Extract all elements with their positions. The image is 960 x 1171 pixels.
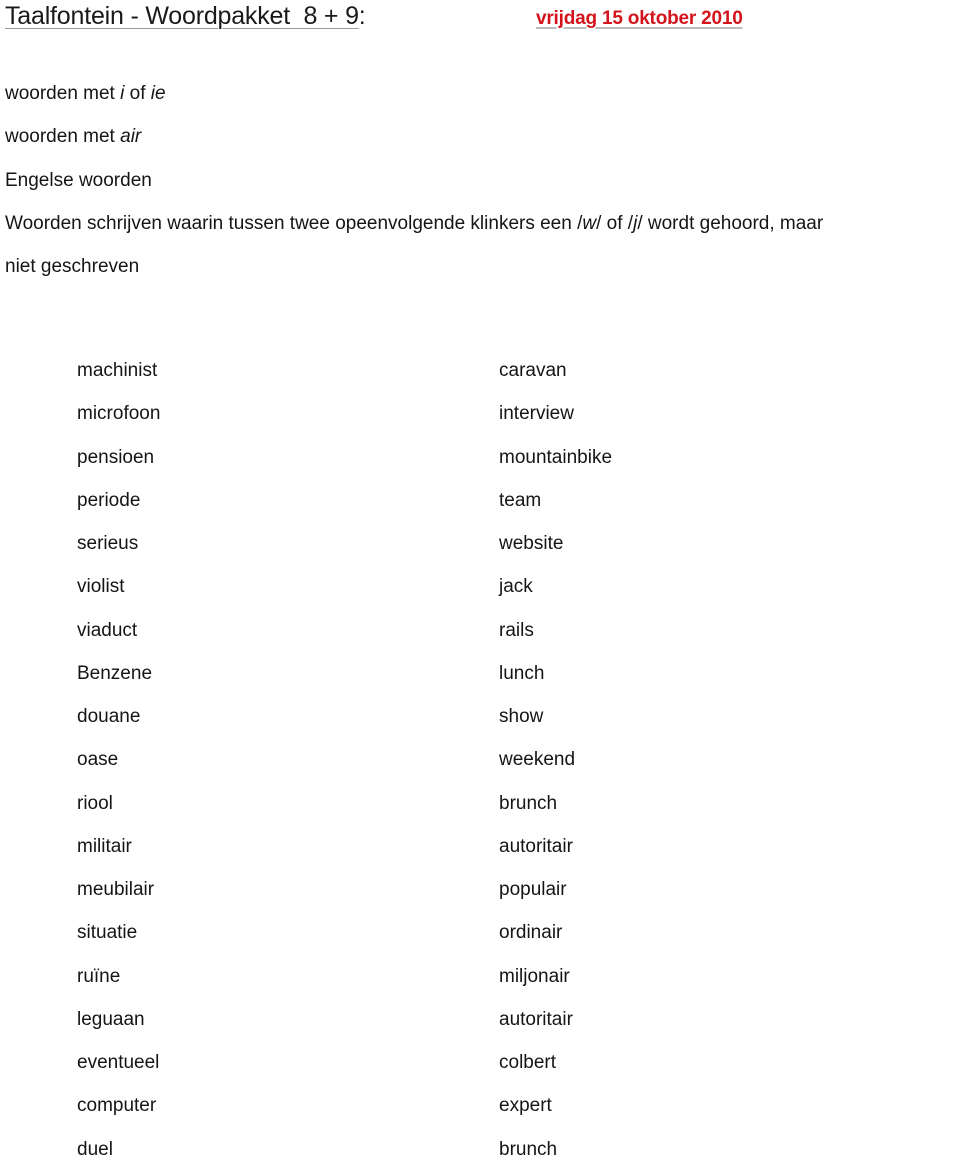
word-item: riool: [77, 792, 113, 814]
word-item: ordinair: [499, 922, 563, 944]
word-item: autoritair: [499, 835, 573, 857]
topic-emphasis: w: [582, 212, 597, 234]
word-item: interview: [499, 403, 574, 425]
word-item: duel: [77, 1138, 113, 1160]
word-item: microfoon: [77, 403, 161, 425]
word-item: pensioen: [77, 446, 155, 468]
topic-line: woorden met air: [5, 115, 823, 158]
word-list-left: machinist microfoon pensioen periode serieus…: [77, 349, 160, 1171]
topic-text: / of /: [596, 212, 634, 234]
page-title-text: Taalfontein - Woordpakket 8 + 9: [5, 2, 359, 30]
topic-text: niet geschreven: [5, 256, 140, 278]
date-label: vrijdag 15 oktober 2010: [536, 8, 743, 29]
topic-line: Woorden schrijven waarin tussen twee ope…: [5, 202, 823, 245]
word-item: machinist: [77, 360, 158, 381]
word-item: violist: [77, 576, 125, 598]
word-item: periode: [77, 489, 141, 511]
header: Taalfontein - Woordpakket 8 + 9: vrijdag…: [5, 2, 960, 36]
word-item: meubilair: [77, 879, 155, 900]
word-item: ruïne: [77, 965, 121, 987]
word-item: website: [499, 533, 564, 554]
word-item: oase: [77, 749, 119, 771]
page-title: Taalfontein - Woordpakket 8 + 9:: [5, 2, 366, 31]
word-item: show: [499, 706, 544, 727]
topic-text: Woorden schrijven waarin tussen twee ope…: [5, 212, 583, 234]
word-item: miljonair: [499, 965, 570, 987]
word-item: militair: [77, 835, 132, 857]
word-item: weekend: [499, 749, 576, 771]
topic-text: Engelse woorden: [5, 169, 152, 191]
word-item: viaduct: [77, 619, 138, 641]
topic-list: woorden met i of ie woorden met air Engels…: [5, 72, 823, 288]
page-title-colon: :: [358, 2, 366, 30]
word-item: caravan: [499, 360, 567, 381]
topic-emphasis: ie: [150, 83, 166, 104]
word-item: eventueel: [77, 1052, 160, 1073]
word-item: jack: [499, 576, 533, 598]
word-item: brunch: [499, 792, 558, 814]
word-item: expert: [499, 1095, 552, 1117]
topic-text: woorden met: [5, 126, 121, 148]
topic-line: niet geschreven: [5, 245, 823, 288]
word-item: leguaan: [77, 1008, 145, 1030]
word-list-right: caravan interview mountainbike team website j…: [499, 349, 612, 1171]
topic-text: woorden met: [5, 83, 121, 104]
word-item: rails: [499, 619, 534, 641]
word-item: Benzene: [77, 662, 153, 684]
word-item: computer: [77, 1095, 157, 1117]
word-item: team: [499, 489, 542, 511]
word-item: douane: [77, 706, 141, 727]
topic-line: Engelse woorden: [5, 159, 823, 202]
word-item: populair: [499, 879, 567, 900]
word-item: colbert: [499, 1052, 557, 1073]
word-item: situatie: [77, 922, 138, 944]
topic-emphasis: air: [120, 126, 142, 148]
topic-text: / wordt gehoord, maar: [637, 212, 824, 234]
word-item: autoritair: [499, 1008, 573, 1030]
topic-line: woorden met i of ie: [5, 72, 823, 115]
word-item: serieus: [77, 533, 139, 554]
word-item: mountainbike: [499, 446, 613, 468]
word-item: lunch: [499, 662, 545, 684]
word-item: brunch: [499, 1138, 558, 1160]
topic-text: of: [124, 83, 151, 104]
